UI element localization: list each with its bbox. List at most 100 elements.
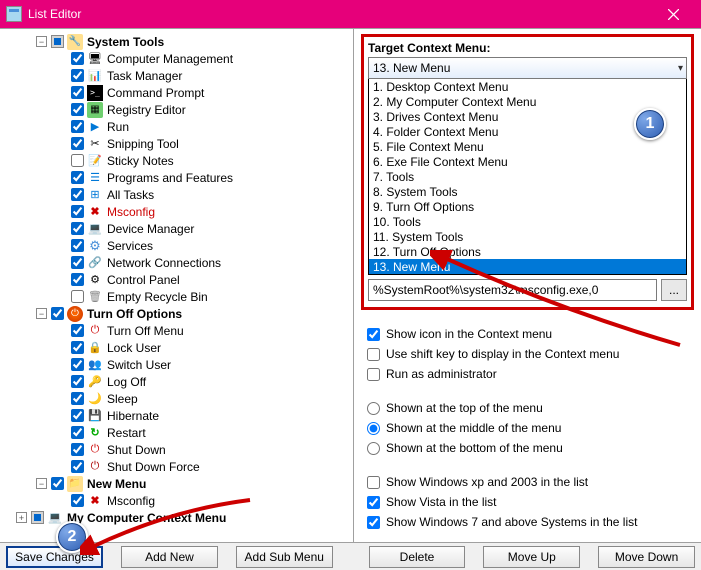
dropdown-option[interactable]: 6. Exe File Context Menu — [369, 154, 686, 169]
pos-mid-radio[interactable] — [367, 422, 380, 435]
tree-checkbox[interactable] — [71, 460, 84, 473]
tree-node[interactable]: Device Manager — [6, 220, 353, 237]
use-shift-checkbox[interactable] — [367, 348, 380, 361]
tree-node[interactable]: Shut Down — [6, 441, 353, 458]
tree-checkbox[interactable] — [51, 35, 64, 48]
tree-node[interactable]: Network Connections — [6, 254, 353, 271]
dropdown-option[interactable]: 5. File Context Menu — [369, 139, 686, 154]
tree-node[interactable]: +My Computer Context Menu — [6, 509, 353, 526]
tree-checkbox[interactable] — [71, 239, 84, 252]
tree-checkbox[interactable] — [51, 477, 64, 490]
tree-checkbox[interactable] — [31, 511, 44, 524]
tree-node[interactable]: Task Manager — [6, 67, 353, 84]
tree-node[interactable]: Log Off — [6, 373, 353, 390]
tree-node[interactable]: Control Panel — [6, 271, 353, 288]
tree-node[interactable]: Turn Off Menu — [6, 322, 353, 339]
tree-checkbox[interactable] — [71, 103, 84, 116]
show-win7-checkbox[interactable] — [367, 516, 380, 529]
tree-checkbox[interactable] — [71, 392, 84, 405]
tree-node[interactable]: Msconfig — [6, 203, 353, 220]
tree-checkbox[interactable] — [71, 222, 84, 235]
tree-node[interactable]: Registry Editor — [6, 101, 353, 118]
target-context-box: Target Context Menu: 13. New Menu ▾ 1. D… — [361, 34, 694, 310]
tree-checkbox[interactable] — [71, 256, 84, 269]
tree-node[interactable]: −System Tools — [6, 33, 353, 50]
tree-node[interactable]: Sleep — [6, 390, 353, 407]
target-combobox[interactable]: 13. New Menu ▾ — [368, 57, 687, 79]
tree-node[interactable]: −New Menu — [6, 475, 353, 492]
tree-checkbox[interactable] — [71, 171, 84, 184]
move-up-button[interactable]: Move Up — [483, 546, 580, 568]
add-sub-menu-button[interactable]: Add Sub Menu — [236, 546, 333, 568]
dropdown-option[interactable]: 1. Desktop Context Menu — [369, 79, 686, 94]
run-admin-checkbox[interactable] — [367, 368, 380, 381]
svc-icon — [87, 238, 103, 254]
show-vista-checkbox[interactable] — [367, 496, 380, 509]
tree-checkbox[interactable] — [71, 358, 84, 371]
save-changes-button[interactable]: Save Changes — [6, 546, 103, 568]
pos-top-radio[interactable] — [367, 402, 380, 415]
tree-node[interactable]: Lock User — [6, 339, 353, 356]
tree-checkbox[interactable] — [71, 494, 84, 507]
target-dropdown-list[interactable]: 1. Desktop Context Menu2. My Computer Co… — [368, 79, 687, 275]
add-new-button[interactable]: Add New — [121, 546, 218, 568]
tree-scroll[interactable]: −System ToolsComputer ManagementTask Man… — [6, 33, 353, 542]
tree-checkbox[interactable] — [71, 137, 84, 150]
icon-path-input[interactable] — [368, 279, 657, 301]
dropdown-option[interactable]: 11. System Tools — [369, 229, 686, 244]
tree-checkbox[interactable] — [71, 273, 84, 286]
browse-button[interactable]: ... — [661, 279, 687, 301]
tree-node[interactable]: Switch User — [6, 356, 353, 373]
dropdown-option[interactable]: 2. My Computer Context Menu — [369, 94, 686, 109]
tree-node[interactable]: Programs and Features — [6, 169, 353, 186]
dropdown-option[interactable]: 13. New Menu — [369, 259, 686, 274]
tree-checkbox[interactable] — [71, 69, 84, 82]
tree-node[interactable]: Run — [6, 118, 353, 135]
tree-checkbox[interactable] — [71, 290, 84, 303]
tree-node[interactable]: −Turn Off Options — [6, 305, 353, 322]
dropdown-option[interactable]: 3. Drives Context Menu — [369, 109, 686, 124]
tree-checkbox[interactable] — [71, 188, 84, 201]
tree-checkbox[interactable] — [71, 443, 84, 456]
tree-node[interactable]: Sticky Notes — [6, 152, 353, 169]
tree-checkbox[interactable] — [71, 324, 84, 337]
dropdown-option[interactable]: 4. Folder Context Menu — [369, 124, 686, 139]
dropdown-option[interactable]: 12. Turn Off Options — [369, 244, 686, 259]
tree-node[interactable]: Hibernate — [6, 407, 353, 424]
expander-icon[interactable]: − — [36, 478, 47, 489]
dropdown-option[interactable]: 8. System Tools — [369, 184, 686, 199]
dropdown-option[interactable]: 9. Turn Off Options — [369, 199, 686, 214]
tree-node[interactable]: Computer Management — [6, 50, 353, 67]
show-icon-checkbox[interactable] — [367, 328, 380, 341]
tree-node[interactable]: All Tasks — [6, 186, 353, 203]
tree-node[interactable]: Command Prompt — [6, 84, 353, 101]
tree-node[interactable]: Shut Down Force — [6, 458, 353, 475]
tree-checkbox[interactable] — [71, 205, 84, 218]
tree-node[interactable]: Restart — [6, 424, 353, 441]
close-button[interactable] — [651, 0, 695, 28]
tree-checkbox[interactable] — [71, 120, 84, 133]
tree-node[interactable]: Snipping Tool — [6, 135, 353, 152]
pos-bot-radio[interactable] — [367, 442, 380, 455]
dropdown-option[interactable]: 10. Tools — [369, 214, 686, 229]
tree-checkbox[interactable] — [71, 52, 84, 65]
tree-node[interactable]: Empty Recycle Bin — [6, 288, 353, 305]
show-xp-checkbox[interactable] — [367, 476, 380, 489]
tree-checkbox[interactable] — [71, 154, 84, 167]
tree-checkbox[interactable] — [71, 375, 84, 388]
move-down-button[interactable]: Move Down — [598, 546, 695, 568]
tree-node[interactable]: Services — [6, 237, 353, 254]
tree-checkbox[interactable] — [51, 307, 64, 320]
tree-checkbox[interactable] — [71, 426, 84, 439]
tree-node[interactable]: Msconfig — [6, 492, 353, 509]
dropdown-option[interactable]: 7. Tools — [369, 169, 686, 184]
expander-icon[interactable]: − — [36, 36, 47, 47]
expander-icon[interactable]: − — [36, 308, 47, 319]
tree-checkbox[interactable] — [71, 341, 84, 354]
pos-top-label: Shown at the top of the menu — [386, 401, 543, 415]
tree-checkbox[interactable] — [71, 86, 84, 99]
expander-icon[interactable]: + — [16, 512, 27, 523]
tree-checkbox[interactable] — [71, 409, 84, 422]
delete-button[interactable]: Delete — [369, 546, 466, 568]
note-icon — [87, 153, 103, 169]
